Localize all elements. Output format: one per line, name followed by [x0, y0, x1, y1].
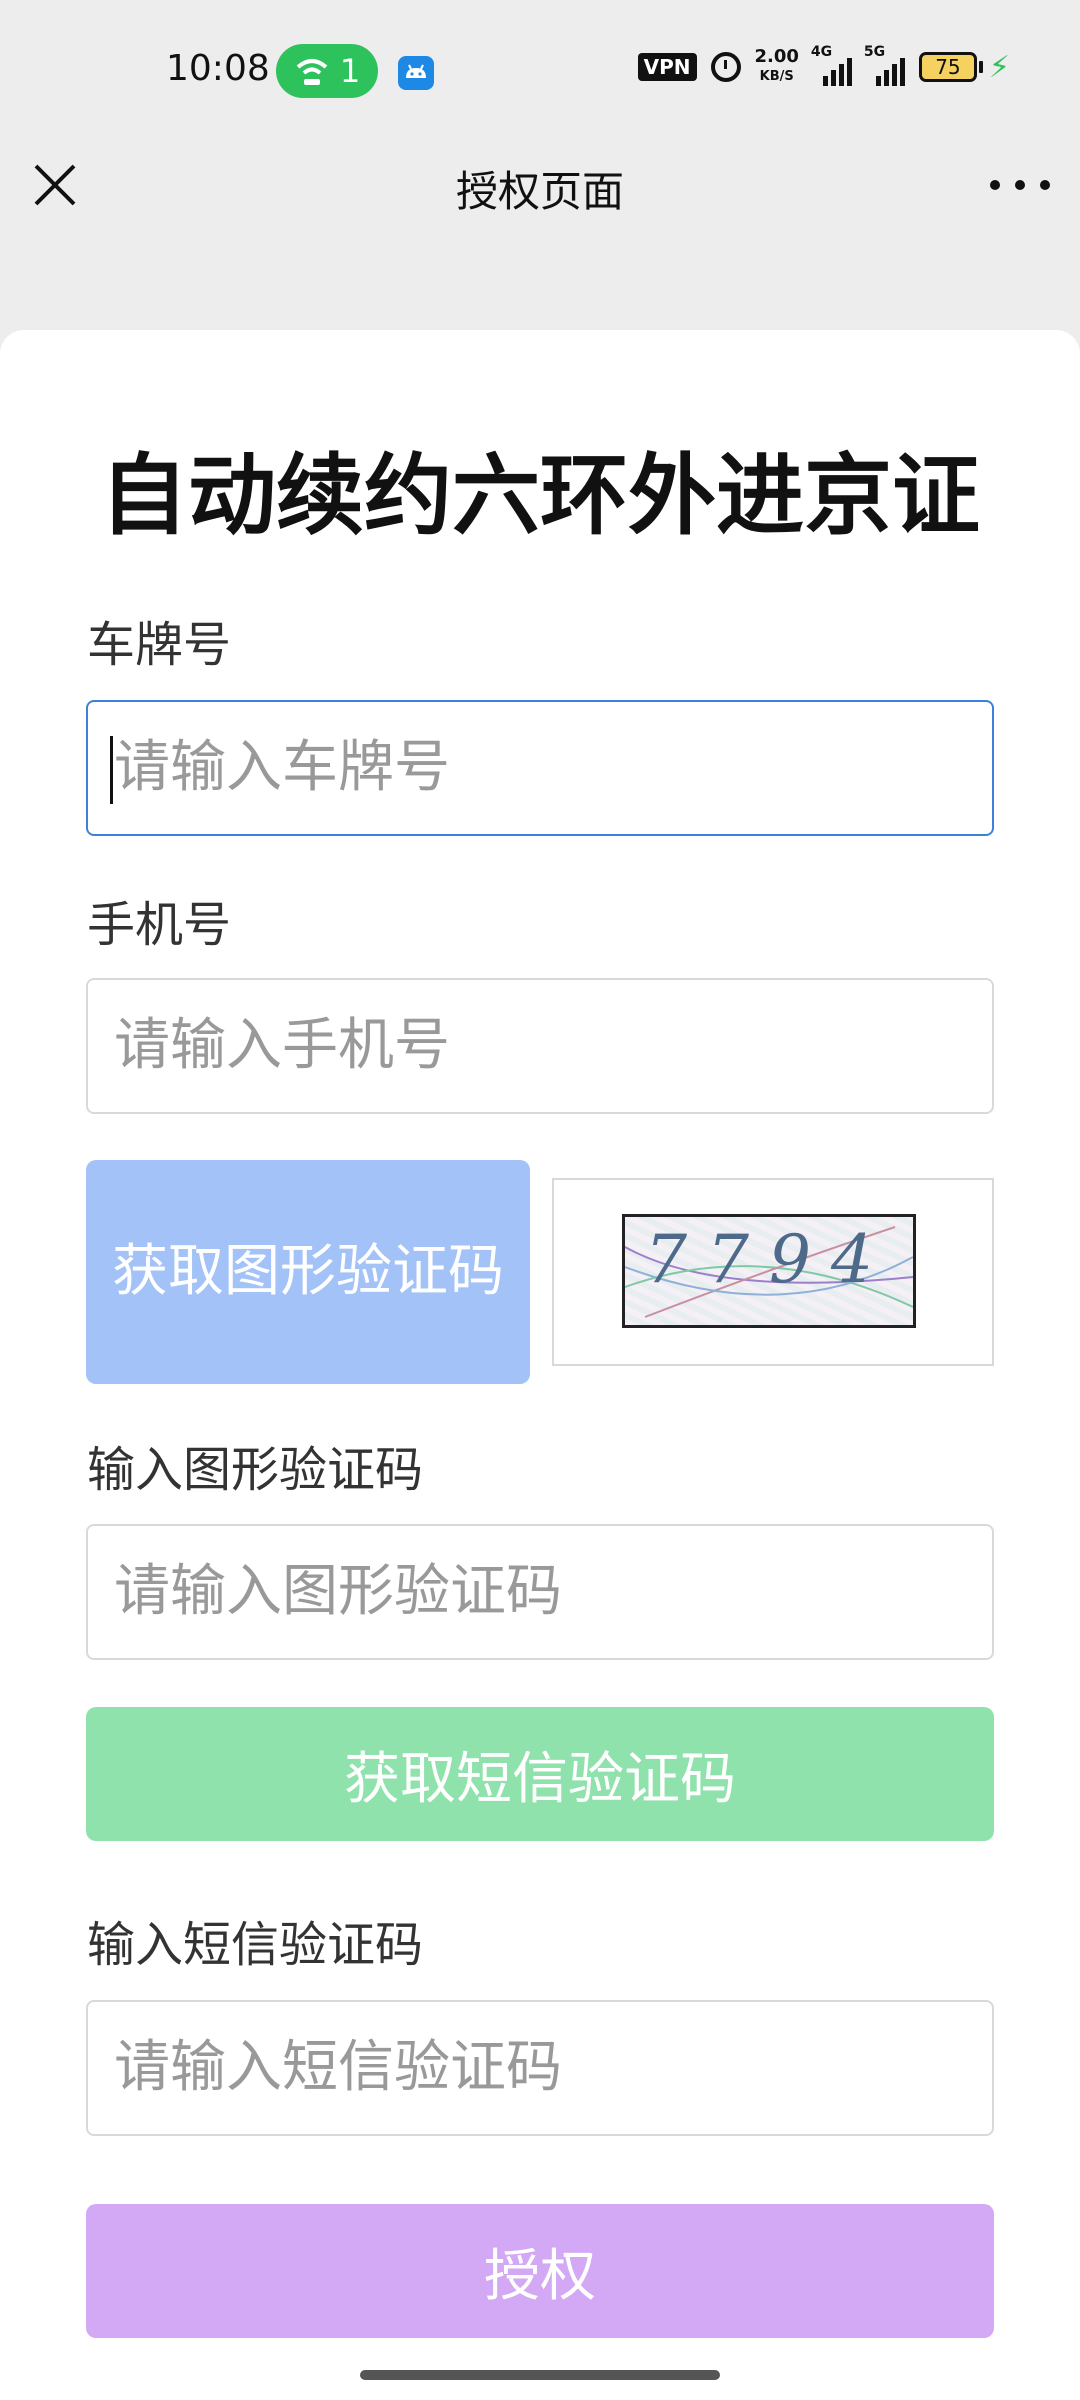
network-speed-value: 2.00 — [754, 46, 799, 67]
home-indicator[interactable] — [360, 2370, 720, 2380]
captcha-input-label: 输入图形验证码 — [87, 1442, 424, 1498]
network-speed: 2.00 KB/S — [755, 48, 799, 86]
more-options-button[interactable] — [990, 170, 1050, 200]
plate-label: 车牌号 — [87, 617, 232, 673]
captcha-code: 7794 — [645, 1221, 893, 1298]
captcha-placeholder: 请输入图形验证码 — [114, 1559, 562, 1624]
phone-placeholder: 请输入手机号 — [114, 1013, 450, 1078]
captcha-input[interactable]: 请输入图形验证码 — [86, 1524, 994, 1660]
page-title: 授权页面 — [455, 167, 624, 216]
get-captcha-button[interactable]: 获取图形验证码 — [86, 1160, 530, 1384]
vpn-badge: VPN — [637, 53, 697, 81]
android-app-icon — [398, 56, 434, 90]
more-dot-icon — [1040, 180, 1050, 190]
hotspot-icon — [296, 59, 328, 85]
network-speed-unit: KB/S — [759, 69, 794, 84]
more-dot-icon — [990, 180, 1000, 190]
alarm-icon — [710, 52, 741, 82]
signal-4g-label: 4G — [810, 44, 833, 60]
status-time: 10:08 — [166, 48, 270, 89]
get-sms-code-button[interactable]: 获取短信验证码 — [86, 1707, 994, 1841]
sms-placeholder: 请输入短信验证码 — [114, 2035, 562, 2100]
sms-code-input[interactable]: 请输入短信验证码 — [86, 2000, 994, 2136]
text-caret — [110, 736, 113, 804]
signal-5g-label: 5G — [863, 44, 886, 60]
charging-icon: ⚡ — [988, 49, 1010, 85]
signal-5g-icon: 5G — [864, 44, 905, 86]
battery-icon: 75 ⚡ — [918, 49, 1010, 85]
status-bar: 10:08 1 VPN 2.00 KB/S 4G 5G 75 ⚡ — [0, 0, 1080, 140]
hotspot-pill[interactable]: 1 — [276, 44, 378, 98]
phone-label: 手机号 — [87, 897, 232, 953]
authorize-button[interactable]: 授权 — [86, 2204, 994, 2338]
plate-input[interactable]: 请输入车牌号 — [86, 700, 994, 836]
signal-4g-icon: 4G — [811, 44, 852, 86]
battery-level: 75 — [918, 52, 977, 82]
sms-input-label: 输入短信验证码 — [87, 1917, 424, 1973]
phone-input[interactable]: 请输入手机号 — [86, 978, 994, 1114]
plate-placeholder: 请输入车牌号 — [114, 735, 450, 800]
form-title: 自动续约六环外进京证 — [99, 444, 980, 547]
page-header: 授权页面 — [0, 140, 1080, 240]
status-indicators: VPN 2.00 KB/S 4G 5G 75 ⚡ — [637, 44, 1010, 86]
captcha-image-frame[interactable]: 7794 — [552, 1178, 994, 1366]
more-dot-icon — [1015, 180, 1025, 190]
form-card: 自动续约六环外进京证 车牌号 请输入车牌号 手机号 请输入手机号 获取图形验证码… — [0, 330, 1080, 2400]
captcha-image[interactable]: 7794 — [622, 1214, 916, 1328]
hotspot-count: 1 — [339, 52, 361, 90]
